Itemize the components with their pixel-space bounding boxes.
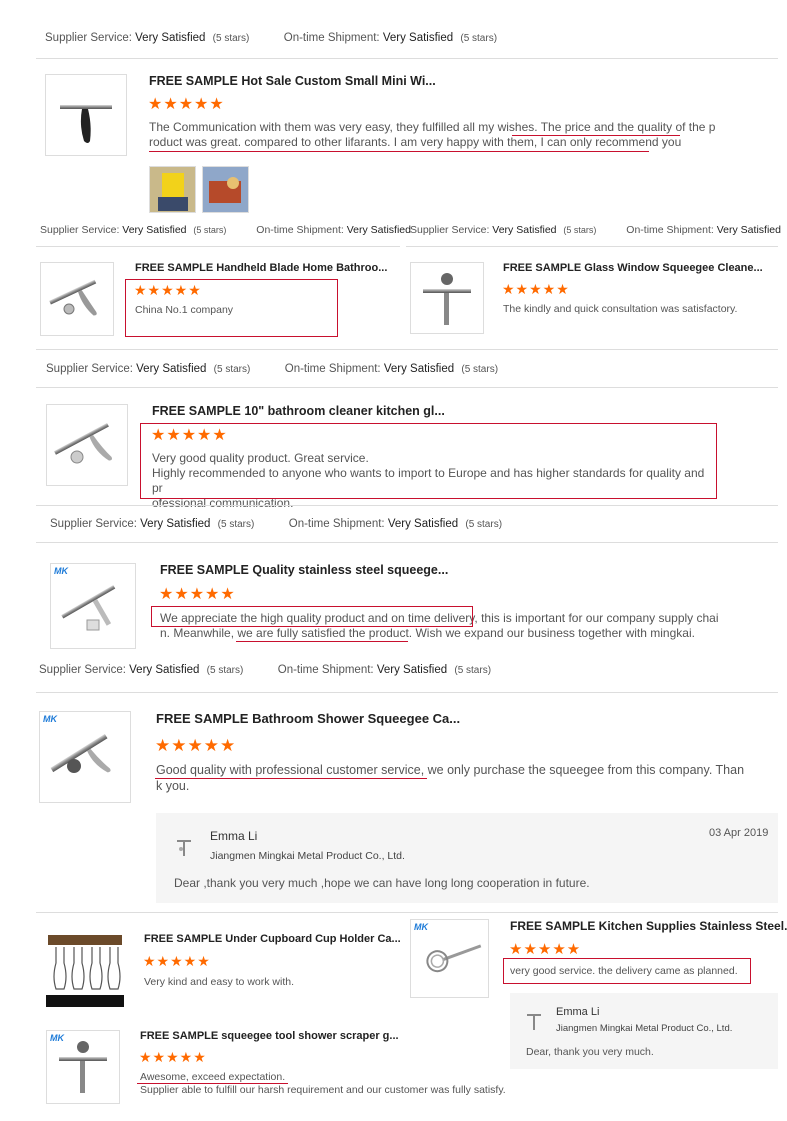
product-title[interactable]: FREE SAMPLE squeegee tool shower scraper… [140, 1030, 399, 1042]
divider [36, 542, 778, 543]
product-thumbnail[interactable] [46, 933, 124, 1007]
review-text: Very kind and easy to work with. [144, 976, 294, 988]
supplier-service-label: Supplier Service: [45, 32, 132, 44]
review-text: The kindly and quick consultation was sa… [503, 303, 738, 315]
product-thumbnail[interactable] [40, 262, 114, 336]
highlight-underline [236, 641, 408, 642]
brand-logo: MK [414, 922, 428, 932]
star-rating: ★★★★★ [139, 1049, 207, 1065]
brand-logo: MK [54, 566, 68, 576]
rating-row: Supplier Service: Very Satisfied (5 star… [45, 32, 497, 44]
highlight-box [140, 423, 717, 499]
product-thumbnail[interactable]: MK [50, 563, 136, 649]
reply-author: Emma Li [556, 1006, 600, 1018]
divider [36, 387, 778, 388]
product-thumbnail[interactable]: MK [46, 1030, 120, 1104]
highlight-underline [512, 135, 680, 136]
review-photo[interactable] [202, 166, 249, 213]
star-rating: ★★★★★ [143, 953, 211, 969]
star-rating: ★★★★★ [148, 96, 225, 113]
stars-note: (5 stars) [212, 33, 250, 44]
highlight-box [151, 606, 473, 627]
stars-note: (5 stars) [460, 33, 498, 44]
product-thumbnail[interactable]: MK [39, 711, 131, 803]
product-title[interactable]: FREE SAMPLE Hot Sale Custom Small Mini W… [149, 74, 436, 88]
product-title[interactable]: FREE SAMPLE 10" bathroom cleaner kitchen… [152, 404, 445, 418]
seller-reply: Emma Li Jiangmen Mingkai Metal Product C… [156, 813, 778, 903]
review-text: Awesome, exceed expectation. Supplier ab… [140, 1071, 506, 1096]
reply-text: Dear, thank you very much. [526, 1046, 654, 1058]
avatar [174, 837, 196, 859]
rating-row: Supplier Service: Very Satisfied (5 star… [46, 363, 499, 375]
divider [406, 246, 778, 247]
star-rating: ★★★★★ [155, 736, 237, 755]
rating-row: Supplier Service: Very Satisfied (5 star… [39, 664, 492, 676]
ontime-shipment-value: Very Satisfied [382, 32, 454, 44]
divider [36, 58, 778, 59]
product-thumbnail[interactable] [410, 262, 484, 334]
review-photo[interactable] [149, 166, 196, 213]
seller-reply: Emma Li Jiangmen Mingkai Metal Product C… [510, 993, 778, 1069]
divider [36, 505, 778, 506]
product-title[interactable]: FREE SAMPLE Kitchen Supplies Stainless S… [510, 919, 787, 933]
brand-logo: MK [50, 1033, 64, 1043]
star-rating: ★★★★★ [509, 941, 582, 958]
product-thumbnail[interactable]: MK [410, 919, 489, 998]
rating-row: Supplier Service: Very Satisfied (5 star… [50, 518, 503, 530]
reply-text: Dear ,thank you very much ,hope we can h… [174, 876, 590, 890]
reply-date: 03 Apr 2019 [709, 827, 769, 839]
product-title[interactable]: FREE SAMPLE Quality stainless steel sque… [160, 563, 448, 577]
product-title[interactable]: FREE SAMPLE Glass Window Squeegee Cleane… [503, 262, 763, 274]
product-thumbnail[interactable] [46, 404, 128, 486]
highlight-box [125, 279, 338, 337]
rating-row: Supplier Service: Very Satisfied (5 star… [40, 224, 411, 236]
highlight-underline [149, 151, 649, 152]
reply-author: Emma Li [210, 829, 258, 843]
reply-company: Jiangmen Mingkai Metal Product Co., Ltd. [556, 1023, 733, 1034]
divider [36, 692, 778, 693]
supplier-service-value: Very Satisfied [135, 32, 206, 44]
product-title[interactable]: FREE SAMPLE Under Cupboard Cup Holder Ca… [144, 933, 401, 945]
divider [36, 349, 778, 350]
rating-row: Supplier Service: Very Satisfied (5 star… [410, 224, 781, 236]
brand-logo: MK [43, 714, 57, 724]
product-title[interactable]: FREE SAMPLE Handheld Blade Home Bathroo.… [135, 262, 387, 274]
product-title[interactable]: FREE SAMPLE Bathroom Shower Squeegee Ca.… [156, 711, 460, 726]
product-thumbnail[interactable] [45, 74, 127, 156]
divider [36, 912, 778, 913]
divider [36, 246, 400, 247]
avatar [524, 1011, 546, 1033]
highlight-box [503, 958, 751, 984]
reply-company: Jiangmen Mingkai Metal Product Co., Ltd. [210, 850, 405, 862]
highlight-underline [155, 778, 427, 779]
ontime-shipment-label: On-time Shipment: [283, 32, 380, 44]
star-rating: ★★★★★ [159, 586, 236, 603]
star-rating: ★★★★★ [502, 281, 570, 297]
highlight-underline [137, 1083, 288, 1084]
